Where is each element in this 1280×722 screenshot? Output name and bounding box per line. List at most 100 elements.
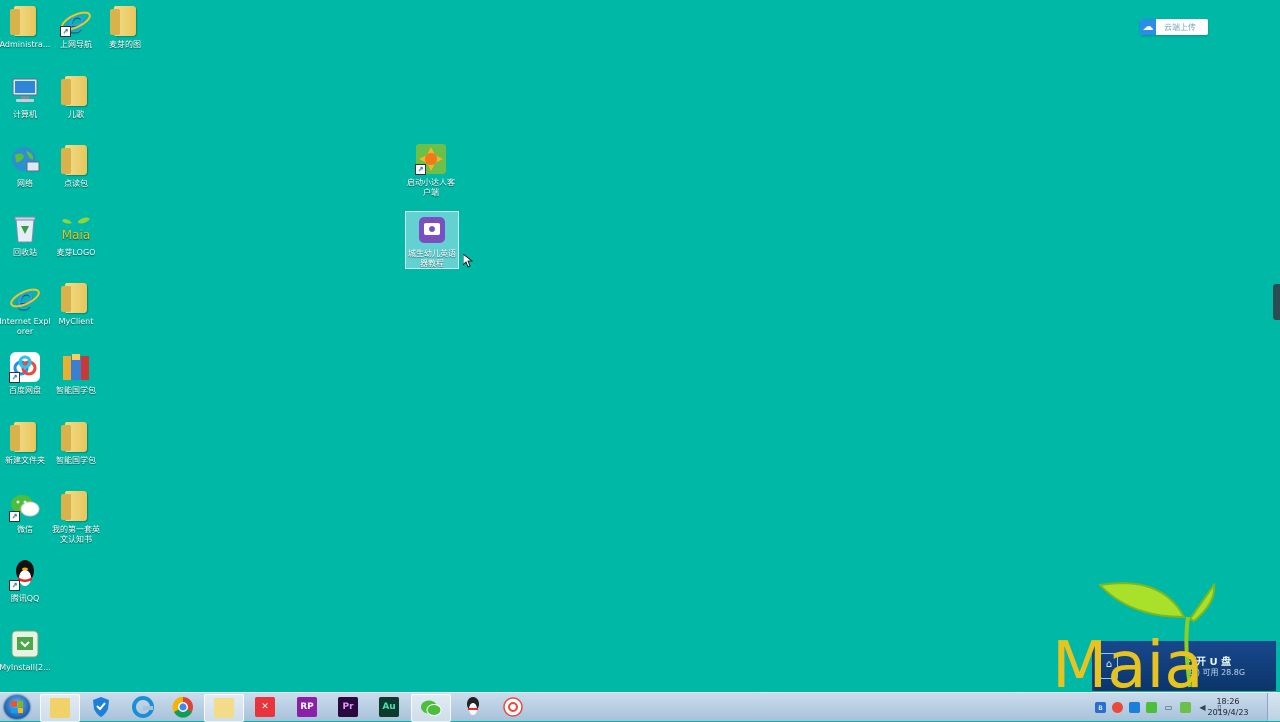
taskbar-folder[interactable] <box>204 694 244 722</box>
taskbar-axure-rp[interactable]: RP <box>288 694 326 720</box>
taskbar-wechat[interactable] <box>411 694 451 722</box>
internet-explorer-icon: e ↗ <box>60 5 92 37</box>
shield-tray-icon[interactable] <box>1129 701 1140 713</box>
desktop-icon-label: 我的第一套英文认知书 <box>52 525 100 544</box>
taskbar-security[interactable] <box>82 694 120 720</box>
desktop-icon-myinstall[interactable]: MyInstall(2... <box>0 628 51 673</box>
side-panel-handle[interactable] <box>1273 284 1280 320</box>
taskbar-explorer[interactable] <box>40 694 80 722</box>
taskbar-premiere[interactable]: Pr <box>329 694 367 720</box>
audition-icon: Au <box>379 697 399 717</box>
desktop-icon-nursery-rhymes[interactable]: 儿歌 <box>50 75 102 120</box>
desktop-icon-english-book[interactable]: 我的第一套英文认知书 <box>50 490 102 545</box>
desktop-icon-myclient[interactable]: MyClient <box>50 282 102 327</box>
show-desktop-button[interactable] <box>1267 693 1280 721</box>
cloud-upload-button[interactable]: ☁ 云端上传 <box>1140 19 1208 35</box>
desktop-icon-baidu-netdisk[interactable]: ↗ 百度网盘 <box>0 351 51 396</box>
bluetooth-icon[interactable]: ʙ <box>1095 701 1106 713</box>
shortcut-arrow-icon: ↗ <box>415 164 426 175</box>
desktop-icon-label: 百度网盘 <box>9 386 41 395</box>
taskbar-audition[interactable]: Au <box>370 694 408 720</box>
desktop-icon-network[interactable]: 网络 <box>0 144 51 189</box>
desktop-icon-administrator[interactable]: Administra... <box>0 5 51 50</box>
desktop-icon-recycle-bin[interactable]: 回收站 <box>0 213 51 258</box>
taskbar-edge[interactable] <box>124 694 162 720</box>
axure-rp-icon: RP <box>297 697 317 717</box>
desktop-icon-launch-client[interactable]: ↗ 启动小达人客户端 <box>405 143 457 198</box>
chrome-icon <box>172 696 193 718</box>
cloud-icon: ☁ <box>1140 19 1156 35</box>
desktop-icon-label: Internet Explorer <box>0 317 51 336</box>
desktop-icon-guoxue-archive[interactable]: 智能国学包 <box>50 351 102 396</box>
mouse-cursor-icon <box>463 254 473 268</box>
desktop-icon-label: 新建文件夹 <box>5 456 45 465</box>
desktop-icon-label: 微信 <box>17 525 33 534</box>
folder-icon <box>60 75 92 107</box>
desktop-icon-label: MyClient <box>58 317 94 326</box>
maia-logo-text: Maia <box>1052 629 1203 695</box>
start-button[interactable] <box>4 695 30 719</box>
desktop-icon-label: 上网导航 <box>60 40 92 49</box>
folder-icon <box>60 490 92 522</box>
sunflower-app-icon: ↗ <box>415 143 447 175</box>
folder-icon <box>9 421 41 453</box>
desktop-icon-internet-explorer[interactable]: e Internet Explorer <box>0 282 51 337</box>
desktop-icon-maia-logo[interactable]: Maia 麦芽LOGO <box>50 213 102 258</box>
shield-icon <box>93 697 109 717</box>
qq-icon <box>467 697 479 715</box>
desktop-icon-label: 计算机 <box>13 110 37 119</box>
premiere-icon: Pr <box>338 697 358 717</box>
network-tray-icon[interactable]: ▭ <box>1163 702 1174 713</box>
network-globe-icon <box>9 144 41 176</box>
taskbar-xmind[interactable]: ✕ <box>246 694 284 720</box>
desktop-icon-label: 腾讯QQ <box>10 594 40 603</box>
taskbar-chrome[interactable] <box>164 694 202 720</box>
archive-icon <box>60 351 92 383</box>
app-icon <box>503 697 523 717</box>
shortcut-arrow-icon: ↗ <box>9 511 20 522</box>
taskbar-app[interactable] <box>494 694 532 720</box>
maia-logo-icon: Maia <box>60 213 92 245</box>
desktop-icon-wechat[interactable]: ↗ 微信 <box>0 490 51 535</box>
desktop-icon-english-tutorial[interactable]: 城生幼儿英语器教程 <box>405 211 459 269</box>
folder-icon <box>109 5 141 37</box>
shortcut-arrow-icon: ↗ <box>60 26 71 37</box>
svg-text:Maia: Maia <box>62 228 90 242</box>
tutorial-app-icon <box>416 214 448 246</box>
desktop-icon-label: 启动小达人客户端 <box>407 178 455 197</box>
installer-icon <box>9 628 41 660</box>
desktop-icon-reading-pack[interactable]: 点读包 <box>50 144 102 189</box>
wechat-icon: ↗ <box>9 490 41 522</box>
taskbar-qq[interactable] <box>454 694 492 720</box>
sync-tray-icon[interactable] <box>1180 701 1191 713</box>
desktop-icon-label: 点读包 <box>64 179 88 188</box>
desktop-icon-maia-pictures[interactable]: 麦芽的图 <box>99 5 151 50</box>
svg-text:e: e <box>16 282 34 314</box>
wechat-tray-icon[interactable] <box>1146 701 1157 713</box>
desktop-icon-computer[interactable]: 计算机 <box>0 75 51 120</box>
edge-icon <box>132 696 154 718</box>
taskbar: ✕ RP Pr Au ʙ ▭ ◀ ▯ 18:26 2019/4/23 <box>0 692 1280 722</box>
desktop-icon-new-folder[interactable]: 新建文件夹 <box>0 421 51 466</box>
desktop-icon-label: 智能国学包 <box>56 386 96 395</box>
qq-penguin-icon: ↗ <box>9 559 41 591</box>
recycle-bin-icon <box>9 213 41 245</box>
maia-logo-watermark: Maia <box>1052 582 1216 695</box>
desktop-icon-web-navigation[interactable]: e ↗ 上网导航 <box>50 5 102 50</box>
folder-icon <box>60 144 92 176</box>
desktop-icon-label: 麦芽LOGO <box>56 248 96 257</box>
desktop-icon-label: 智能国学包 <box>56 456 96 465</box>
explorer-icon <box>50 698 70 718</box>
folder-icon <box>60 282 92 314</box>
shortcut-arrow-icon: ↗ <box>9 580 20 591</box>
desktop-icon-label: Administra... <box>0 40 51 49</box>
desktop-icon-label: 麦芽的图 <box>109 40 141 49</box>
desktop-icon-guoxue-folder[interactable]: 智能国学包 <box>50 421 102 466</box>
tray-app-icon[interactable] <box>1112 701 1123 713</box>
desktop-icon-qq[interactable]: ↗ 腾讯QQ <box>0 559 51 604</box>
desktop-icon-label: 城生幼儿英语器教程 <box>408 249 456 268</box>
internet-explorer-icon: e <box>9 282 41 314</box>
clock[interactable]: 18:26 2019/4/23 <box>1198 696 1258 718</box>
shortcut-arrow-icon: ↗ <box>9 372 20 383</box>
cloud-upload-label: 云端上传 <box>1164 22 1196 32</box>
